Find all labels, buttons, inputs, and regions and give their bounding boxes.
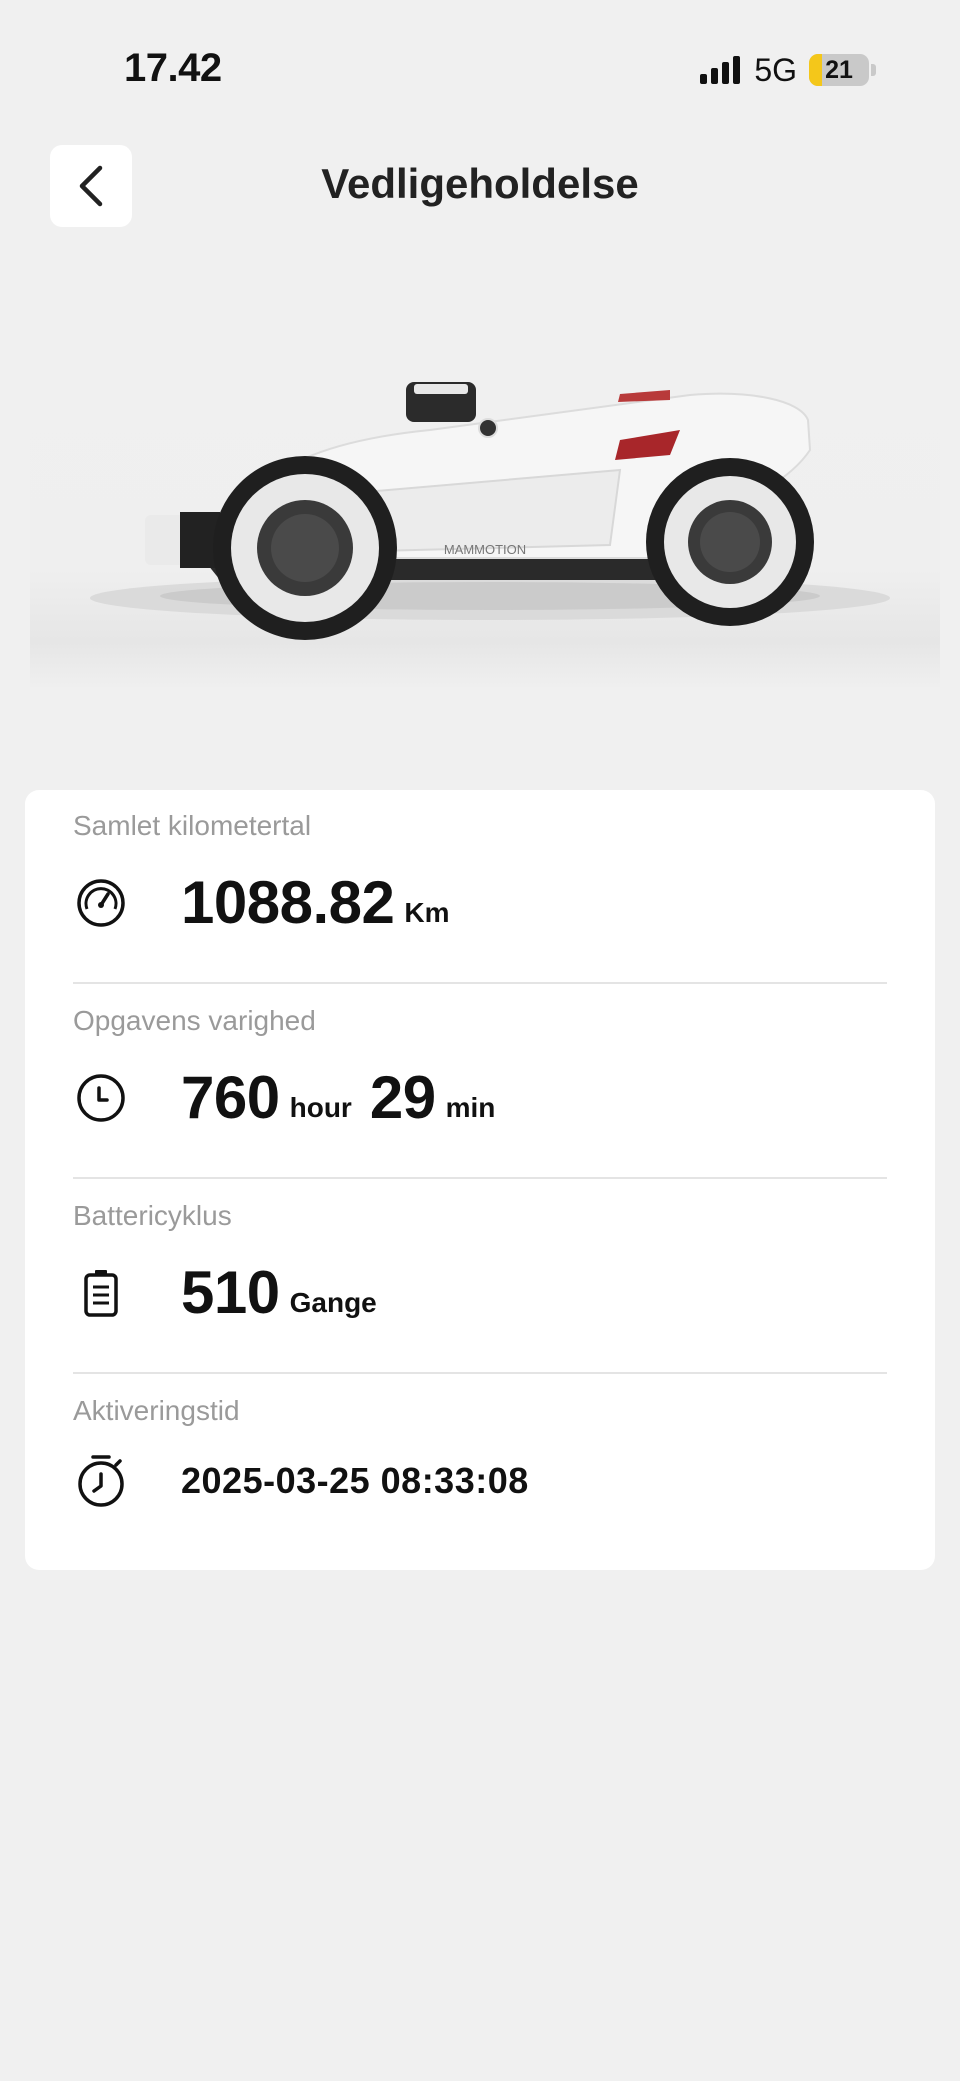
battery-cycles-unit: Gange: [289, 1287, 377, 1318]
activation-section: Aktiveringstid 2025-03-25 08:33:08: [73, 1395, 887, 1509]
page-title: Vedligeholdelse: [321, 160, 639, 207]
mower-image: MAMMOTION: [30, 290, 940, 690]
divider: [73, 1177, 887, 1179]
divider: [73, 1372, 887, 1374]
status-indicators: 5G 21: [700, 52, 876, 88]
mileage-section: Samlet kilometertal 1088.82 Km: [73, 810, 887, 937]
battery-indicator: 21: [809, 54, 869, 86]
activation-value: 2025-03-25 08:33:08: [181, 1460, 529, 1501]
maintenance-screen: 17.42 5G 21 Vedligeholdelse MAMMOTION Sa…: [0, 0, 960, 2081]
duration-hours-unit: hour: [289, 1092, 352, 1123]
duration-section: Opgavens varighed 760 hour 29 min: [73, 1005, 887, 1132]
mower-illustration: MAMMOTION: [90, 382, 890, 640]
stopwatch-icon: [73, 1453, 129, 1509]
battery-fill: [809, 54, 822, 86]
battery-tip: [871, 64, 876, 76]
mileage-label: Samlet kilometertal: [73, 810, 312, 841]
duration-minutes-unit: min: [445, 1092, 496, 1123]
activation-label: Aktiveringstid: [73, 1395, 240, 1426]
battery-percent: 21: [825, 55, 853, 84]
clock-icon: [73, 1070, 129, 1126]
battery-cycles-value: 510: [181, 1259, 280, 1326]
duration-label: Opgavens varighed: [73, 1005, 316, 1036]
divider: [73, 982, 887, 984]
battery-icon: [73, 1265, 129, 1321]
battery-cycles-label: Battericyklus: [73, 1200, 232, 1231]
battery-cycles-section: Battericyklus 510 Gange: [73, 1200, 887, 1327]
network-type: 5G: [754, 51, 797, 88]
brand-logo-text: MAMMOTION: [444, 542, 526, 557]
duration-hours: 760: [181, 1064, 280, 1131]
speedometer-icon: [73, 875, 129, 931]
maintenance-card: Samlet kilometertal 1088.82 Km Opgavens …: [25, 790, 935, 1570]
mileage-value: 1088.82: [181, 869, 395, 936]
duration-minutes: 29: [369, 1064, 436, 1131]
status-time: 17.42: [124, 46, 222, 90]
mileage-unit: Km: [404, 897, 450, 928]
signal-icon: [700, 56, 741, 84]
